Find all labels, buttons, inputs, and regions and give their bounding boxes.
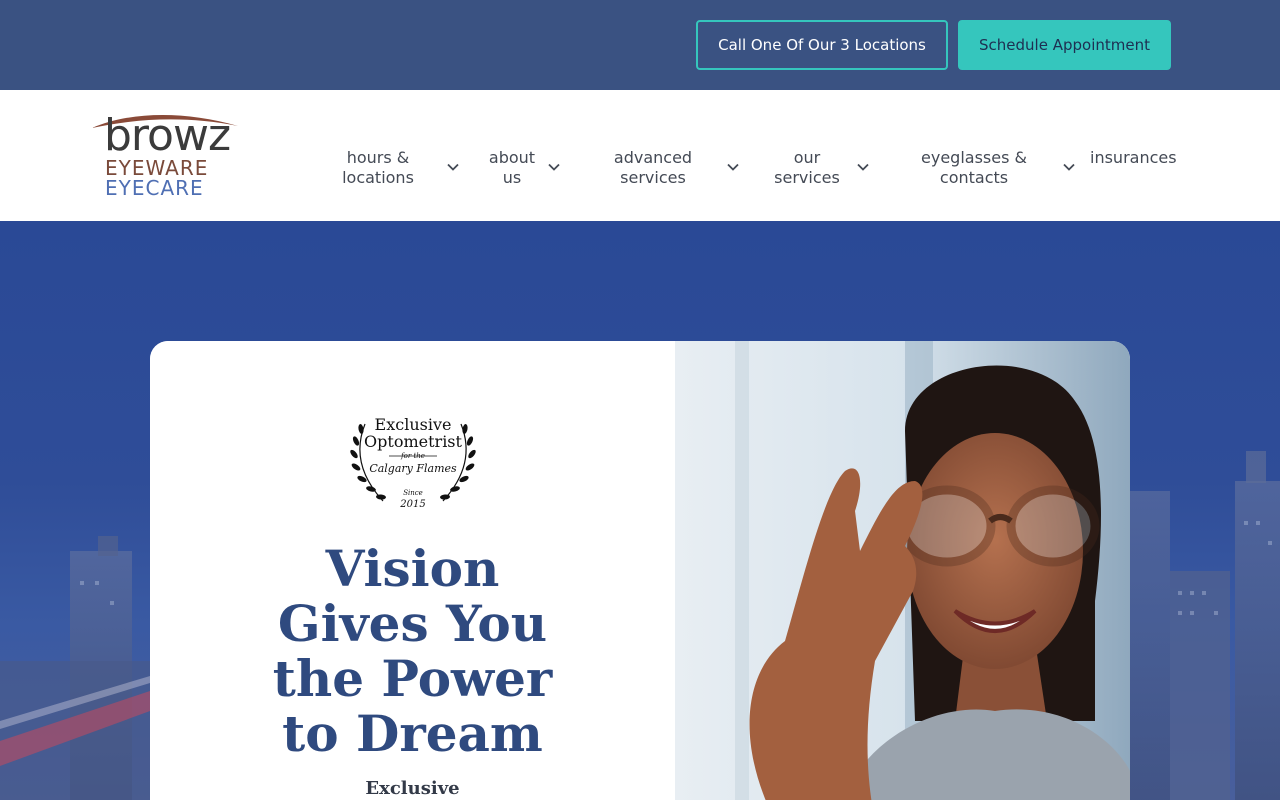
schedule-appointment-button[interactable]: Schedule Appointment [958,20,1171,70]
headline-line: Vision [325,539,500,598]
award-line-for-the: for the [401,452,425,460]
award-line-optometrist: Optometrist [364,432,462,451]
nav-label-line2: contacts [939,168,1009,187]
nav-label-line2: locations [342,168,414,187]
calgary-flames-award-badge: Exclusive Optometrist for the Calgary Fl… [343,409,483,519]
headline-line: Gives You [277,594,548,653]
hero-card: Exclusive Optometrist for the Calgary Fl… [150,341,1130,800]
nav-label-line2: services [774,168,840,187]
logo-eyecare-text: EYECARE [105,176,204,200]
call-locations-button[interactable]: Call One Of Our 3 Locations [696,20,948,70]
award-line-year: 2015 [400,499,426,510]
nav-advanced-services[interactable]: advanced services [606,148,746,188]
nav-insurances[interactable]: insurances [1090,148,1190,188]
nav-eyeglasses-contacts[interactable]: eyeglasses & contacts [914,148,1080,188]
browz-logo[interactable]: browz EYEWARE EYECARE [88,108,248,198]
portrait-illustration [675,341,1130,800]
chevron-down-icon[interactable] [856,160,870,174]
woman-with-glasses-photo [675,341,1130,800]
nav-label-line1: our [793,148,821,167]
nav-our-services[interactable]: our services [766,148,874,188]
hero-card-content: Exclusive Optometrist for the Calgary Fl… [150,341,675,800]
nav-label-line1: eyeglasses & [921,148,1027,167]
headline-line: the Power [272,649,553,708]
nav-label-line1: insurances [1090,148,1177,167]
nav-label-line1: about [488,148,536,167]
logo-wordmark: browz [104,110,231,161]
hero-subheadline: Exclusive [365,778,460,799]
nav-about-us[interactable]: about us [484,148,564,188]
nav-hours-locations[interactable]: hours & locations [334,148,468,188]
logo-eyeware-text: EYEWARE [105,156,209,180]
nav-label-line1: advanced [613,148,693,167]
chevron-down-icon[interactable] [1062,160,1076,174]
award-line-calgary-flames: Calgary Flames [369,462,457,475]
nav-label-line2: services [620,168,686,187]
chevron-down-icon[interactable] [547,160,561,174]
top-utility-bar: Call One Of Our 3 Locations Schedule App… [0,0,1280,90]
nav-label-line2: us [502,168,522,187]
award-line-since: Since [403,489,423,497]
chevron-down-icon[interactable] [726,160,740,174]
site-header: browz EYEWARE EYECARE hours & locations … [0,90,1280,221]
chevron-down-icon[interactable] [446,160,460,174]
hero-headline: Vision Gives You the Power to Dream [210,541,615,761]
headline-line: to Dream [282,704,543,763]
nav-label-line1: hours & [346,148,410,167]
